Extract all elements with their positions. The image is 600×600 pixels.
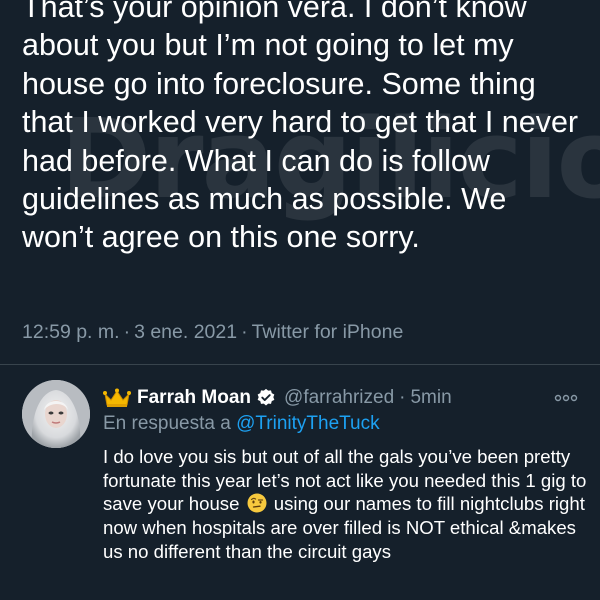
reply-text: I do love you sis but out of all the gal… [103, 445, 588, 564]
reply-context: En respuesta a @TrinityTheTuck [103, 413, 380, 435]
reply-mention-link[interactable]: @TrinityTheTuck [236, 413, 380, 434]
more-options-icon[interactable] [554, 391, 578, 406]
avatar[interactable] [22, 380, 90, 448]
author-name[interactable]: Farrah Moan [137, 387, 251, 409]
face-with-raised-eyebrow-emoji-icon [247, 493, 267, 513]
tweet-meta: 12:59 p. m. · 3 ene. 2021 · Twitter for iPho… [22, 321, 403, 344]
meta-separator: · [241, 321, 248, 343]
tweet-date[interactable]: 3 ene. 2021 [134, 321, 237, 343]
header-separator: · [399, 387, 406, 408]
tweet-source[interactable]: Twitter for iPhone [252, 321, 404, 343]
divider [0, 364, 600, 365]
author-handle[interactable]: @farrahrized [284, 387, 394, 409]
tweet-time[interactable]: 12:59 p. m. [22, 321, 120, 343]
reply-prefix: En respuesta a [103, 413, 237, 434]
reply-time[interactable]: 5min [410, 387, 451, 409]
crown-icon [103, 388, 131, 407]
main-tweet-text: That’s your opinion vera. I don’t know a… [22, 0, 579, 255]
reply-header: Farrah Moan @farrahrized · 5min [103, 384, 452, 412]
verified-badge-icon [257, 388, 275, 406]
meta-separator: · [123, 321, 131, 343]
